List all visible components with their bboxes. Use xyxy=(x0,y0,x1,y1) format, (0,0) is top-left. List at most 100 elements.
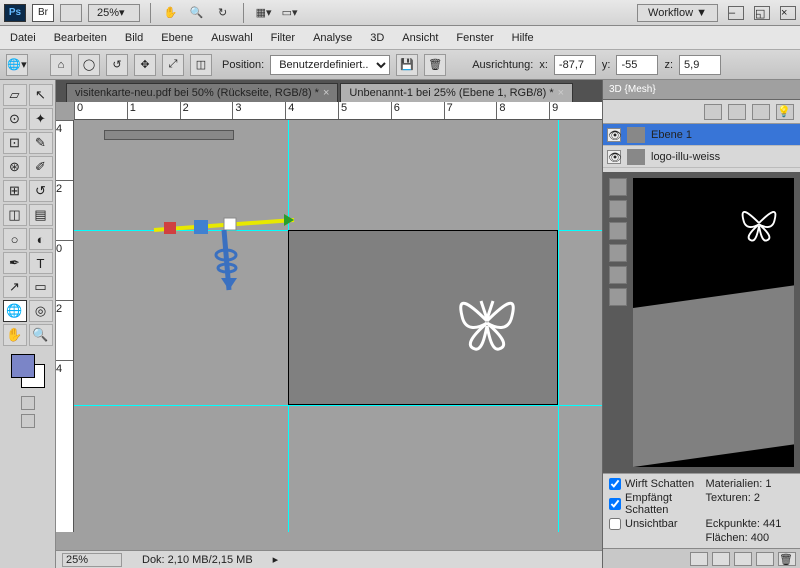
menu-ebene[interactable]: Ebene xyxy=(161,32,193,44)
shape-tool[interactable]: ▭ xyxy=(29,276,53,298)
screenmode-icon[interactable] xyxy=(21,414,35,428)
path-tool[interactable]: ↗ xyxy=(3,276,27,298)
z-input[interactable] xyxy=(679,55,721,75)
minimize-button[interactable]: – xyxy=(728,6,744,20)
visibility-icon[interactable]: 👁 xyxy=(607,150,621,164)
type-tool[interactable]: T xyxy=(29,252,53,274)
y-input[interactable] xyxy=(616,55,658,75)
3d-tool-icon[interactable] xyxy=(609,266,627,284)
close-icon[interactable]: × xyxy=(558,87,564,99)
heal-tool[interactable]: ⊛ xyxy=(3,156,27,178)
3d-preview-image[interactable] xyxy=(633,178,794,467)
menu-ansicht[interactable]: Ansicht xyxy=(402,32,438,44)
workspace-dropdown[interactable]: Workflow ▼ xyxy=(637,4,718,22)
marquee-tool[interactable]: ↖ xyxy=(29,84,53,106)
3d-move-icon[interactable]: ✥ xyxy=(134,54,156,76)
restore-button[interactable]: ◱ xyxy=(754,6,770,20)
bridge-icon[interactable]: Br xyxy=(32,4,54,22)
move-tool[interactable]: ▱ xyxy=(3,84,27,106)
minibridge-icon[interactable] xyxy=(60,4,82,22)
screen-mode-icon[interactable]: ▭▾ xyxy=(280,4,300,22)
eraser-tool[interactable]: ◫ xyxy=(3,204,27,226)
panel-tab-3d[interactable]: 3D {Mesh} xyxy=(603,80,800,100)
menu-hilfe[interactable]: Hilfe xyxy=(512,32,534,44)
menu-bild[interactable]: Bild xyxy=(125,32,143,44)
canvas[interactable] xyxy=(74,120,602,532)
menu-fenster[interactable]: Fenster xyxy=(456,32,493,44)
menu-auswahl[interactable]: Auswahl xyxy=(211,32,253,44)
3d-home-icon[interactable]: ⌂ xyxy=(50,54,72,76)
3d-tool-icon[interactable] xyxy=(609,200,627,218)
close-icon[interactable]: × xyxy=(323,87,329,99)
document-tab-1[interactable]: visitenkarte-neu.pdf bei 50% (Rückseite,… xyxy=(66,83,338,102)
3d-cube-icon[interactable]: ◫ xyxy=(190,54,212,76)
status-zoom[interactable]: 25% xyxy=(62,553,122,567)
artboard[interactable] xyxy=(288,230,558,405)
lasso-tool[interactable]: ⊙ xyxy=(3,108,27,130)
shadow-receive-checkbox[interactable]: Empfängt Schatten xyxy=(609,492,698,516)
shadow-cast-checkbox[interactable]: Wirft Schatten xyxy=(609,478,698,490)
arrange-docs-icon[interactable]: ▦▾ xyxy=(254,4,274,22)
dodge-tool[interactable]: ◐ xyxy=(29,228,53,250)
guide-horizontal[interactable] xyxy=(74,405,602,406)
mesh-filter-icon[interactable] xyxy=(728,104,746,120)
3d-axis-gizmo[interactable] xyxy=(134,190,314,310)
panel-action-icon[interactable] xyxy=(734,552,752,566)
brush-tool[interactable]: ✐ xyxy=(29,156,53,178)
trash-icon[interactable]: 🗑 xyxy=(778,552,796,566)
3d-rotate-tool[interactable]: 🌐 xyxy=(3,300,27,322)
3d-camera-tool[interactable]: ◎ xyxy=(29,300,53,322)
invisible-checkbox[interactable]: Unsichtbar xyxy=(609,518,698,530)
light-filter-icon[interactable]: 💡 xyxy=(776,104,794,120)
zoom-tool-icon[interactable]: 🔍 xyxy=(187,4,207,22)
3d-return-icon[interactable]: ↺ xyxy=(106,54,128,76)
canvas-area[interactable]: 0123456789 42024 xyxy=(56,102,602,550)
layer-row[interactable]: 👁 logo-illu-weiss xyxy=(603,146,800,168)
panel-action-icon[interactable] xyxy=(690,552,708,566)
status-arrow-icon[interactable]: ▸ xyxy=(273,553,279,566)
history-brush-tool[interactable]: ↺ xyxy=(29,180,53,202)
guide-vertical[interactable] xyxy=(558,120,559,532)
gradient-tool[interactable]: ▤ xyxy=(29,204,53,226)
position-dropdown[interactable]: Benutzerdefiniert... xyxy=(270,55,390,75)
scene-filter-icon[interactable] xyxy=(704,104,722,120)
3d-tool-icon[interactable] xyxy=(609,178,627,196)
hand-tool[interactable]: ✋ xyxy=(3,324,27,346)
menu-3d[interactable]: 3D xyxy=(370,32,384,44)
close-button[interactable]: × xyxy=(780,6,796,20)
rotate-view-icon[interactable]: ↻ xyxy=(213,4,233,22)
menu-bearbeiten[interactable]: Bearbeiten xyxy=(54,32,107,44)
ruler-horizontal: 0123456789 xyxy=(74,102,602,120)
material-filter-icon[interactable] xyxy=(752,104,770,120)
3d-scale-icon[interactable]: ⤢ xyxy=(162,54,184,76)
hand-tool-icon[interactable]: ✋ xyxy=(161,4,181,22)
crop-tool[interactable]: ⊡ xyxy=(3,132,27,154)
zoom-tool-bottom[interactable]: 🔍 xyxy=(29,324,53,346)
visibility-icon[interactable]: 👁 xyxy=(607,128,621,142)
layer-row[interactable]: 👁 Ebene 1 xyxy=(603,124,800,146)
blur-tool[interactable]: ○ xyxy=(3,228,27,250)
3d-tool-icon[interactable] xyxy=(609,222,627,240)
menu-filter[interactable]: Filter xyxy=(271,32,295,44)
save-position-icon[interactable]: 💾 xyxy=(396,54,418,76)
stamp-tool[interactable]: ⊞ xyxy=(3,180,27,202)
eyedropper-tool[interactable]: ✎ xyxy=(29,132,53,154)
3d-tool-icon[interactable] xyxy=(609,244,627,262)
new-icon[interactable] xyxy=(756,552,774,566)
document-tab-2[interactable]: Unbenannt-1 bei 25% (Ebene 1, RGB/8) *× xyxy=(340,83,573,102)
panel-action-icon[interactable] xyxy=(712,552,730,566)
wand-tool[interactable]: ✦ xyxy=(29,108,53,130)
tool-preset-icon[interactable]: 🌐▾ xyxy=(6,54,28,76)
pen-tool[interactable]: ✒ xyxy=(3,252,27,274)
x-input[interactable] xyxy=(554,55,596,75)
zoom-level-dropdown[interactable]: 25% ▾ xyxy=(88,4,140,22)
3d-axis-widget-bar[interactable] xyxy=(104,130,234,140)
3d-tool-icon[interactable] xyxy=(609,288,627,306)
photoshop-icon[interactable]: Ps xyxy=(4,4,26,22)
menu-analyse[interactable]: Analyse xyxy=(313,32,352,44)
color-swatch[interactable] xyxy=(11,354,45,388)
3d-orbit-icon[interactable]: ◯ xyxy=(78,54,100,76)
menu-datei[interactable]: Datei xyxy=(10,32,36,44)
quickmask-icon[interactable] xyxy=(21,396,35,410)
delete-position-icon[interactable]: 🗑 xyxy=(424,54,446,76)
